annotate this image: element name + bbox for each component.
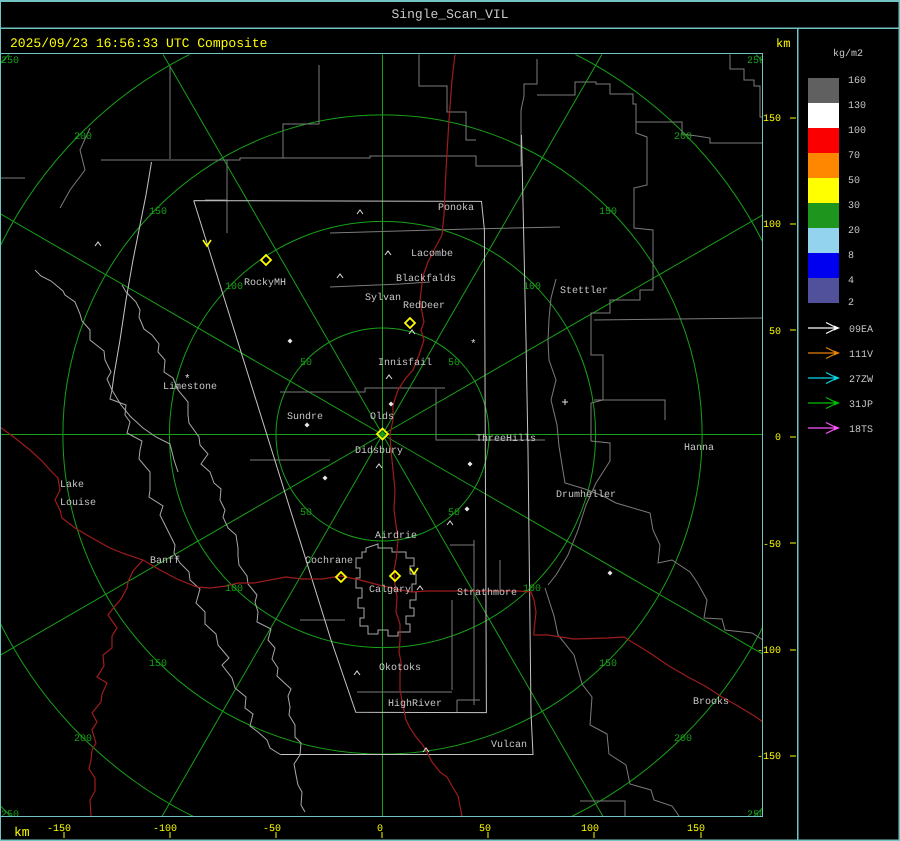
svg-text:Hanna: Hanna [684, 443, 714, 454]
svg-text:Stettler: Stettler [560, 285, 608, 297]
svg-text:100: 100 [581, 824, 599, 835]
svg-text:Calgary: Calgary [369, 584, 411, 596]
svg-text:100: 100 [225, 584, 243, 595]
svg-text:Sundre: Sundre [287, 411, 323, 423]
svg-text:200: 200 [674, 734, 692, 745]
svg-text:31JP: 31JP [849, 400, 873, 411]
svg-text:Lake: Lake [60, 479, 84, 491]
svg-text:50: 50 [300, 508, 312, 519]
svg-text:50: 50 [300, 358, 312, 369]
svg-text:50: 50 [479, 824, 491, 835]
svg-text:Innisfail: Innisfail [378, 357, 432, 369]
svg-text:200: 200 [74, 734, 92, 745]
svg-text:4: 4 [848, 276, 854, 287]
svg-text:*: * [470, 339, 477, 351]
svg-text:2025/09/23 16:56:33 UTC Compos: 2025/09/23 16:56:33 UTC Composite [10, 36, 267, 51]
svg-text:Blackfalds: Blackfalds [396, 273, 456, 285]
svg-text:30: 30 [848, 201, 860, 212]
svg-text:HighRiver: HighRiver [388, 698, 442, 710]
svg-text:-150: -150 [47, 824, 71, 835]
svg-text:-100: -100 [153, 824, 177, 835]
svg-text:Banff: Banff [150, 555, 180, 567]
svg-text:Louise: Louise [60, 497, 96, 509]
svg-text:200: 200 [74, 132, 92, 143]
svg-text:kg/m2: kg/m2 [833, 48, 863, 60]
svg-text:Vulcan: Vulcan [491, 739, 527, 751]
svg-text:100: 100 [848, 126, 866, 137]
svg-text:18TS: 18TS [849, 425, 873, 436]
svg-text:-150: -150 [757, 752, 781, 763]
svg-text:130: 130 [848, 101, 866, 112]
svg-text:150: 150 [763, 114, 781, 125]
svg-text:150: 150 [599, 207, 617, 218]
svg-text:150: 150 [149, 207, 167, 218]
svg-text:Brooks: Brooks [693, 696, 729, 708]
svg-text:50: 50 [848, 176, 860, 187]
svg-text:Airdrie: Airdrie [375, 530, 417, 542]
svg-text:70: 70 [848, 151, 860, 162]
svg-text:Cochrane: Cochrane [305, 555, 353, 567]
svg-text:Ponoka: Ponoka [438, 202, 474, 214]
svg-text:km: km [14, 825, 30, 840]
svg-text:150: 150 [599, 659, 617, 670]
svg-text:Olds: Olds [370, 411, 394, 423]
svg-text:250: 250 [1, 56, 19, 67]
svg-text:Drumheller: Drumheller [556, 489, 616, 501]
svg-text:09EA: 09EA [849, 325, 873, 336]
svg-text:200: 200 [674, 132, 692, 143]
svg-text:RedDeer: RedDeer [403, 300, 445, 312]
svg-text:100: 100 [763, 220, 781, 231]
svg-text:0: 0 [775, 433, 781, 444]
svg-text:8: 8 [848, 251, 854, 262]
svg-text:km: km [776, 37, 790, 51]
svg-text:150: 150 [687, 824, 705, 835]
svg-text:Single_Scan_VIL: Single_Scan_VIL [391, 7, 508, 22]
svg-text:27ZW: 27ZW [849, 375, 873, 386]
svg-text:0: 0 [377, 824, 383, 835]
svg-text:111V: 111V [849, 350, 873, 361]
svg-text:150: 150 [149, 659, 167, 670]
svg-text:50: 50 [769, 327, 781, 338]
svg-text:50: 50 [448, 358, 460, 369]
svg-text:50: 50 [448, 508, 460, 519]
svg-text:100: 100 [225, 282, 243, 293]
svg-text:Okotoks: Okotoks [379, 662, 421, 674]
svg-text:RockyMH: RockyMH [244, 277, 286, 289]
svg-text:100: 100 [523, 282, 541, 293]
svg-text:Sylvan: Sylvan [365, 292, 401, 304]
svg-text:-50: -50 [763, 540, 781, 551]
svg-text:ThreeHills: ThreeHills [476, 433, 536, 445]
svg-text:-100: -100 [757, 646, 781, 657]
svg-text:100: 100 [523, 584, 541, 595]
svg-text:Lacombe: Lacombe [411, 248, 453, 260]
svg-text:Strathmore: Strathmore [457, 587, 517, 599]
svg-text:2: 2 [848, 298, 854, 309]
svg-text:*: * [184, 374, 191, 386]
svg-text:Didsbury: Didsbury [355, 445, 403, 457]
svg-text:-50: -50 [263, 824, 281, 835]
svg-text:20: 20 [848, 226, 860, 237]
svg-text:160: 160 [848, 76, 866, 87]
